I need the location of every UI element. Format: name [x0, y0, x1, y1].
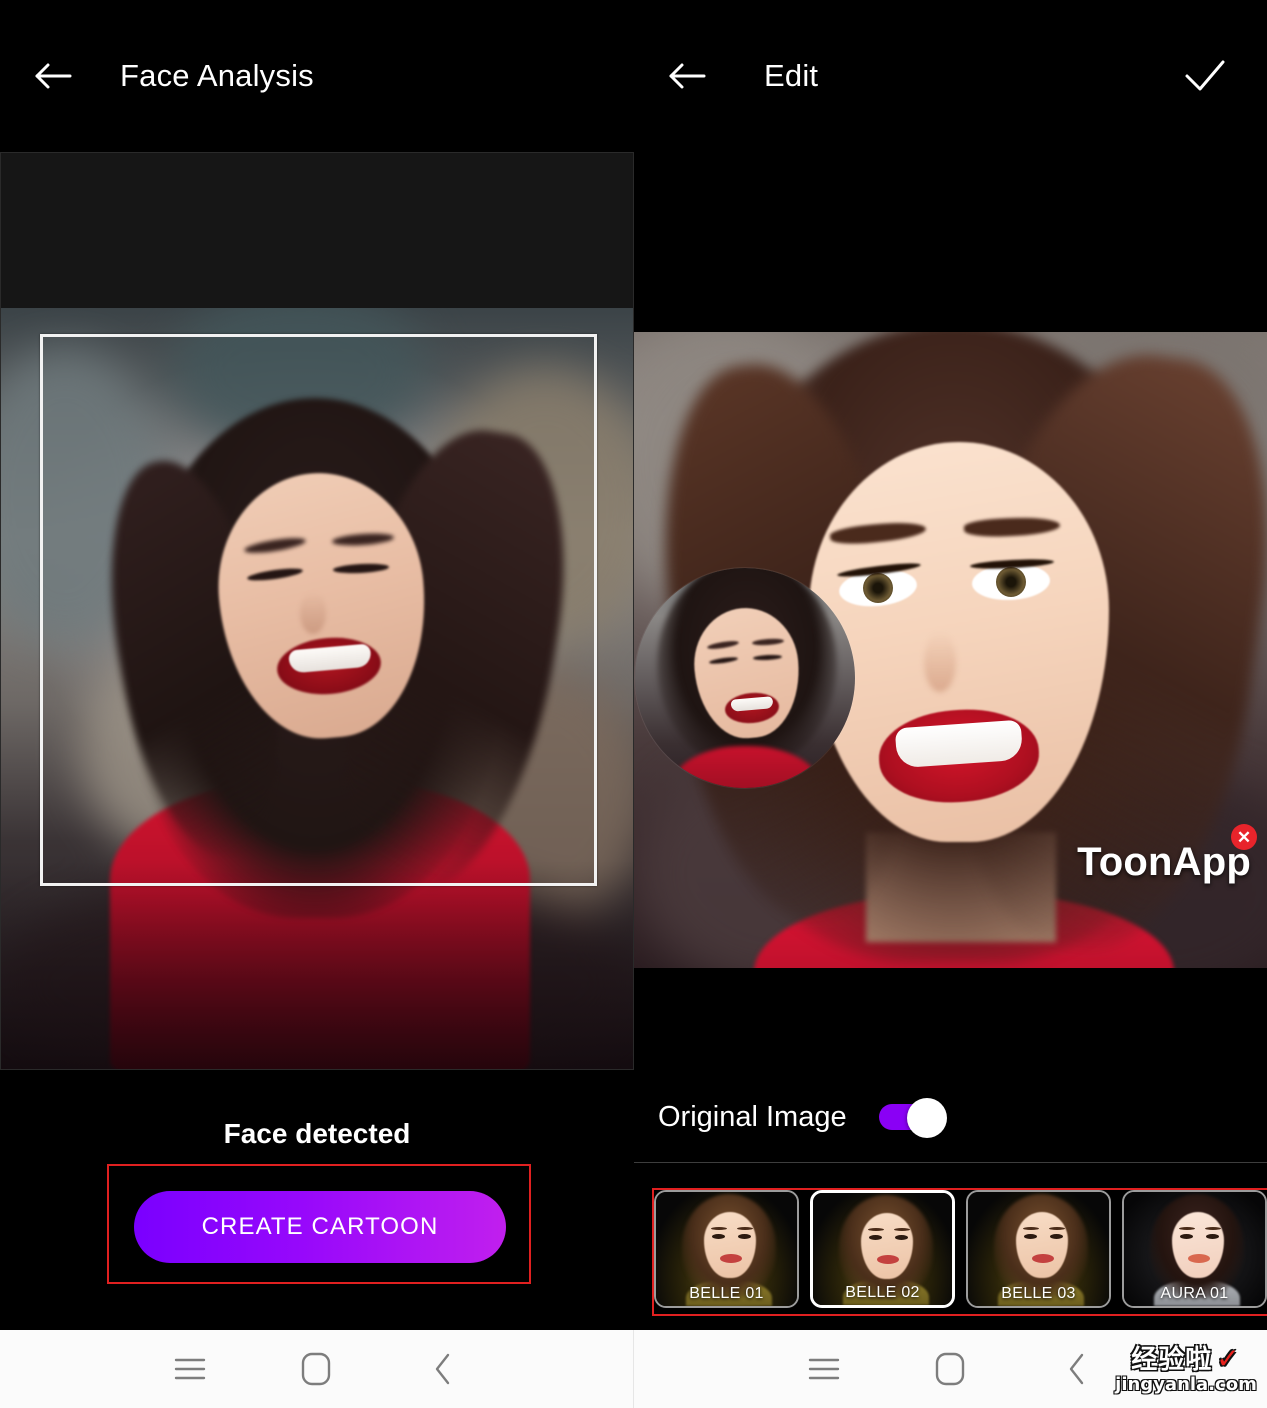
- cartoon-stage: ToonApp ✕: [634, 152, 1267, 968]
- style-thumbnail-belle-01[interactable]: BELLE 01: [654, 1190, 799, 1308]
- chevron-left-icon: [1069, 1353, 1084, 1385]
- app-screenshot: Face Analysis Face detected CREATE CARTO…: [0, 0, 1267, 1408]
- thumbnail-label: BELLE 02: [845, 1284, 920, 1301]
- menu-icon: [808, 1358, 839, 1380]
- thumbnail-label: BELLE 01: [689, 1285, 764, 1302]
- edit-appbar: Edit: [634, 0, 1267, 152]
- site-watermark: 经验啦 ✓ jingyanla.com: [1111, 1338, 1261, 1400]
- back-button-nav-right[interactable]: [1032, 1330, 1122, 1408]
- create-cartoon-button[interactable]: CREATE CARTOON: [134, 1191, 506, 1263]
- original-image-toggle-row: Original Image: [658, 1096, 949, 1138]
- style-thumbnail-belle-02[interactable]: BELLE 02: [810, 1190, 955, 1308]
- original-image-toggle[interactable]: [878, 1096, 949, 1138]
- chevron-left-icon: [435, 1353, 449, 1385]
- system-nav-right: 经验啦 ✓ jingyanla.com: [634, 1330, 1267, 1408]
- watermark-url: jingyanla.com: [1115, 1373, 1257, 1395]
- system-nav-left: [0, 1330, 634, 1408]
- home-button-left[interactable]: [271, 1330, 361, 1408]
- system-navigation-bar: 经验啦 ✓ jingyanla.com: [0, 1330, 1267, 1408]
- face-detection-frame: [40, 334, 597, 886]
- toggle-knob: [906, 1098, 947, 1138]
- page-title-left: Face Analysis: [120, 58, 314, 93]
- arrow-left-icon: [669, 63, 706, 89]
- original-image-preview-bubble[interactable]: [635, 568, 855, 788]
- face-analysis-appbar: Face Analysis: [0, 0, 634, 152]
- face-analysis-panel: Face Analysis Face detected CREATE CARTO…: [0, 0, 634, 1408]
- thumbnail-label: AURA 01: [1160, 1285, 1229, 1302]
- recents-button-right[interactable]: [779, 1330, 869, 1408]
- face-analysis-footer: Face detected CREATE CARTOON: [0, 1070, 634, 1330]
- home-square-icon: [936, 1352, 965, 1386]
- back-button-right[interactable]: [656, 44, 720, 108]
- face-analysis-stage: [0, 152, 634, 1070]
- watermark-brand-cn: 经验啦 ✓: [1131, 1341, 1241, 1375]
- annotation-box-create-cartoon: CREATE CARTOON: [107, 1164, 531, 1284]
- close-icon[interactable]: ✕: [1231, 824, 1257, 850]
- back-button-nav-left[interactable]: [398, 1330, 488, 1408]
- home-button-right[interactable]: [905, 1330, 995, 1408]
- photo-vignette: [0, 860, 634, 1070]
- style-thumbnail-aura-01[interactable]: AURA 01: [1122, 1190, 1267, 1308]
- menu-icon: [174, 1358, 205, 1380]
- status-text: Face detected: [223, 1118, 411, 1149]
- check-icon: [1185, 60, 1225, 91]
- thumbnail-label: BELLE 03: [1001, 1285, 1076, 1302]
- watermark-brand-text: 经验啦: [1131, 1344, 1213, 1375]
- edit-panel: Edit ToonApp ✕ Original Image BELLE 01 B…: [634, 0, 1267, 1408]
- style-thumbnail-strip[interactable]: BELLE 01 BELLE 02 BELLE 03 AURA 01: [654, 1190, 1267, 1314]
- arrow-left-icon: [35, 63, 72, 89]
- home-square-icon: [302, 1352, 331, 1386]
- page-title-right: Edit: [764, 58, 819, 93]
- back-button-left[interactable]: [22, 44, 86, 108]
- edit-controls: Original Image BELLE 01 BELLE 02 BELLE 0…: [634, 968, 1267, 1330]
- watermark-tick-icon: ✓: [1216, 1341, 1241, 1375]
- confirm-button[interactable]: [1173, 44, 1237, 108]
- controls-divider: [634, 1162, 1267, 1163]
- style-thumbnail-belle-03[interactable]: BELLE 03: [966, 1190, 1111, 1308]
- original-image-label: Original Image: [658, 1100, 847, 1133]
- toonapp-watermark: ToonApp: [1077, 840, 1251, 884]
- recents-button-left[interactable]: [145, 1330, 235, 1408]
